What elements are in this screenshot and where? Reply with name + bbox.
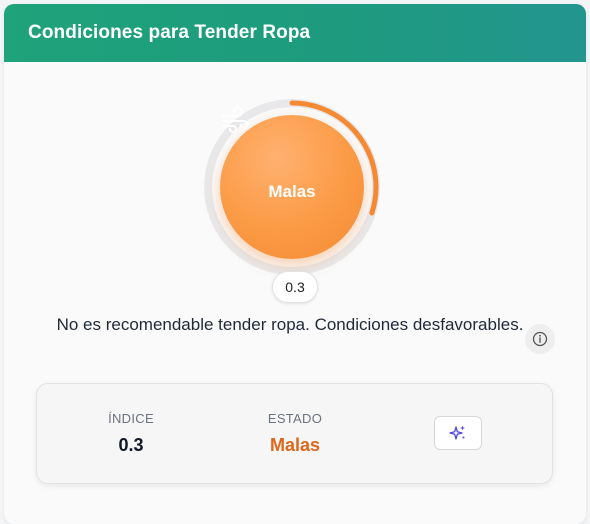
stats-panel: ÍNDICE 0.3 ESTADO Malas (36, 383, 553, 484)
estado-label: ESTADO (267, 411, 323, 426)
indice-value: 0.3 (118, 435, 144, 455)
card-header: Condiciones para Tender Ropa (4, 4, 586, 62)
info-icon (532, 331, 548, 347)
estado-stat: ESTADO Malas (235, 411, 355, 456)
index-gauge: Malas (201, 96, 383, 278)
sparkle-icon (449, 425, 465, 440)
gauge-value-badge: 0.3 (272, 271, 318, 303)
estado-value: Malas (269, 435, 321, 455)
info-button[interactable] (525, 324, 555, 354)
indice-label: ÍNDICE (108, 411, 154, 426)
recommendation-message: No es recomendable tender ropa. Condicio… (56, 315, 524, 334)
indice-stat: ÍNDICE 0.3 (71, 411, 191, 456)
gauge-status: Malas (268, 182, 316, 201)
wind-icon (222, 107, 249, 133)
card-title: Condiciones para Tender Ropa (28, 22, 311, 43)
sparkle-button[interactable] (434, 416, 482, 450)
gauge-center: Malas (220, 107, 364, 259)
